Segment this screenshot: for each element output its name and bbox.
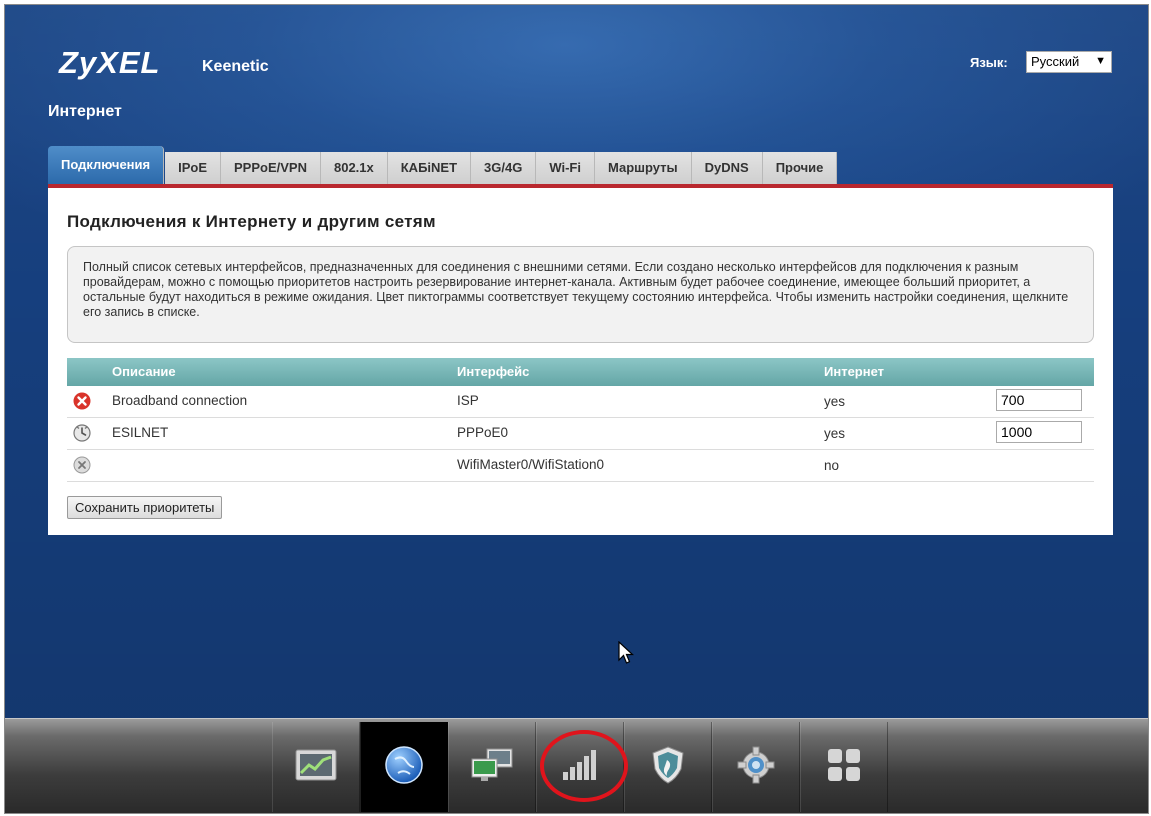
row-interface: WifiMaster0/WifiStation0	[457, 457, 605, 472]
priority-input[interactable]	[996, 421, 1082, 443]
disabled-icon	[73, 456, 91, 474]
tab-bar: Подключения IPoE PPPoE/VPN 802.1x КАБiNE…	[48, 145, 838, 184]
gear-icon	[736, 745, 776, 790]
language-select[interactable]: Русский ▼	[1026, 51, 1112, 73]
dock-settings[interactable]	[712, 722, 800, 812]
table-header: Описание Интерфейс Интернет	[67, 358, 1094, 386]
column-description: Описание	[112, 364, 176, 379]
column-internet: Интернет	[824, 364, 885, 379]
highlight-annotation	[540, 730, 628, 802]
error-icon	[73, 392, 91, 410]
router-web-ui: ZyXEL Keenetic Язык: Русский ▼ Интернет …	[4, 4, 1149, 814]
apps-grid-icon	[826, 747, 862, 788]
tab-ipoe[interactable]: IPoE	[165, 152, 222, 184]
row-interface: ISP	[457, 393, 479, 408]
priority-input[interactable]	[996, 389, 1082, 411]
dock-applications[interactable]	[800, 722, 888, 812]
product-name: Keenetic	[202, 58, 269, 75]
dock-system-monitor[interactable]	[272, 722, 360, 812]
monitor-chart-icon	[295, 749, 337, 786]
language-label: Язык:	[970, 55, 1008, 70]
zyxel-logo: ZyXEL	[59, 45, 161, 80]
shield-icon	[650, 745, 686, 790]
section-title: Подключения к Интернету и другим сетям	[67, 212, 436, 231]
row-internet: yes	[824, 426, 846, 441]
tab-connections[interactable]: Подключения	[48, 146, 165, 184]
row-description: Broadband connection	[112, 393, 248, 408]
tab-dydns[interactable]: DyDNS	[691, 152, 763, 184]
language-value: Русский	[1031, 54, 1080, 69]
tab-3g4g[interactable]: 3G/4G	[471, 152, 537, 184]
row-description: ESILNET	[112, 425, 169, 440]
save-priorities-button[interactable]: Сохранить приоритеты	[67, 496, 223, 519]
tab-routes[interactable]: Маршруты	[594, 152, 692, 184]
connections-table: Описание Интерфейс Интернет Broadband co…	[67, 358, 1094, 482]
network-computers-icon	[470, 746, 514, 789]
dropdown-arrow-icon: ▼	[1095, 55, 1106, 67]
row-internet: no	[824, 458, 840, 473]
tab-wifi[interactable]: Wi-Fi	[536, 152, 595, 184]
table-row[interactable]: WifiMaster0/WifiStation0 no	[67, 450, 1094, 482]
row-interface: PPPoE0	[457, 425, 509, 440]
globe-icon	[384, 745, 424, 790]
dock-internet[interactable]	[360, 722, 448, 812]
tab-kabinet[interactable]: КАБiNET	[387, 152, 472, 184]
table-row[interactable]: ESILNET PPPoE0 yes	[67, 418, 1094, 450]
tab-other[interactable]: Прочие	[762, 152, 838, 184]
row-internet: yes	[824, 394, 846, 409]
connections-panel: Подключения к Интернету и другим сетям П…	[48, 184, 1113, 535]
info-text: Полный список сетевых интерфейсов, предн…	[67, 246, 1094, 343]
page-title: Интернет	[48, 103, 122, 120]
dock-security[interactable]	[624, 722, 712, 812]
table-row[interactable]: Broadband connection ISP yes	[67, 386, 1094, 418]
mouse-cursor-icon	[618, 640, 635, 670]
dock-home-network[interactable]	[448, 722, 536, 812]
column-interface: Интерфейс	[457, 364, 530, 379]
tab-pppoe-vpn[interactable]: PPPoE/VPN	[221, 152, 321, 184]
tab-8021x[interactable]: 802.1x	[320, 152, 388, 184]
waiting-icon	[73, 424, 91, 442]
